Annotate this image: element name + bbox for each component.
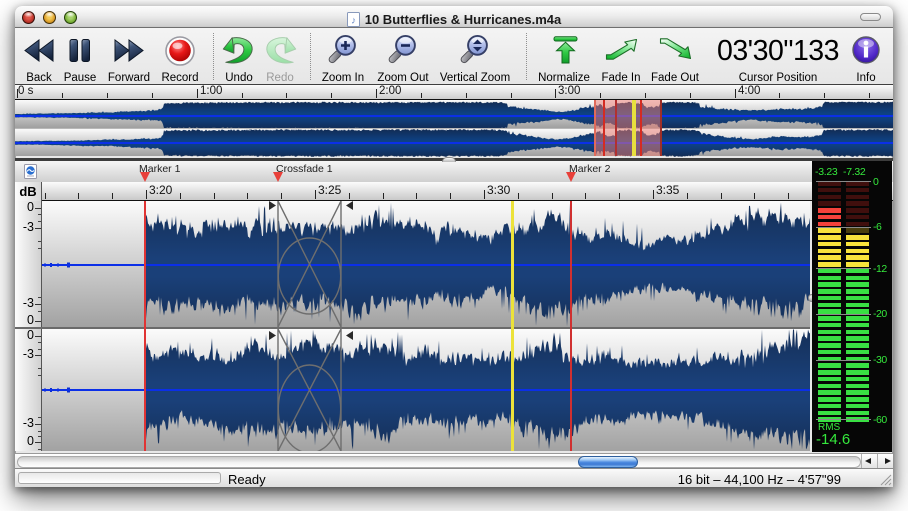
svg-text:♪: ♪ [351, 16, 356, 27]
